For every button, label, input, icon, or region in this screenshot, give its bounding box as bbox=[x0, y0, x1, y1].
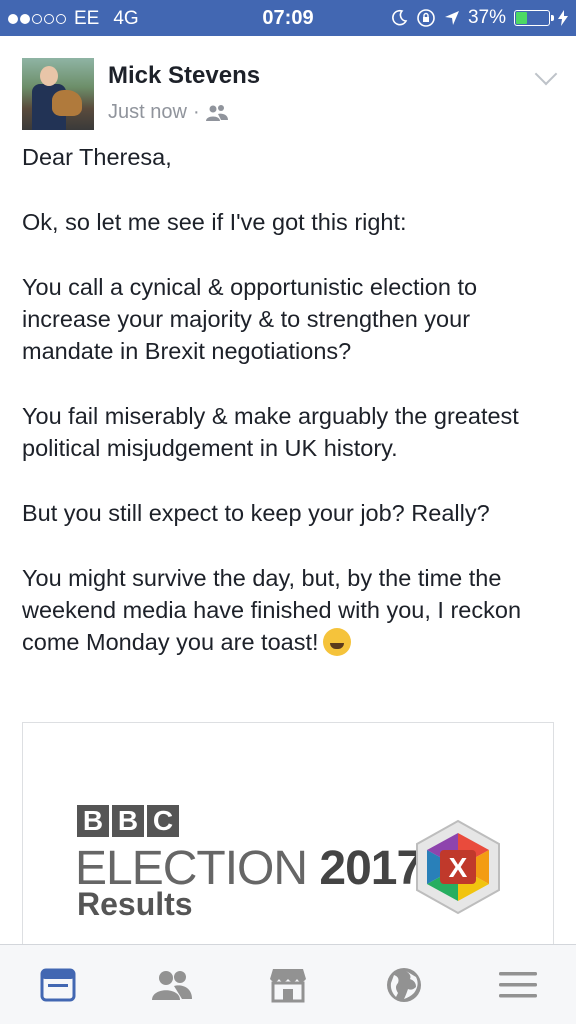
link-preview-card[interactable]: B B C ELECTION 2017 Results X bbox=[22, 722, 554, 944]
post-body: Dear Theresa, Ok, so let me see if I've … bbox=[22, 141, 562, 691]
rofl-emoji-icon bbox=[322, 628, 351, 656]
author-name[interactable]: Mick Stevens bbox=[108, 62, 260, 90]
bottom-tab-bar bbox=[0, 944, 576, 1024]
post-timestamp[interactable]: Just now bbox=[108, 101, 187, 124]
friends-icon[interactable] bbox=[205, 104, 228, 122]
avatar[interactable] bbox=[22, 58, 94, 130]
bbc-logo: B B C bbox=[77, 805, 179, 837]
post-meta: Just now · bbox=[108, 101, 228, 124]
tab-notifications-globe[interactable] bbox=[384, 965, 424, 1005]
friends-icon bbox=[152, 971, 192, 1000]
battery-level bbox=[516, 12, 527, 24]
tab-news-feed[interactable] bbox=[38, 965, 78, 1005]
tab-menu[interactable] bbox=[498, 965, 538, 1005]
tab-friends[interactable] bbox=[152, 965, 192, 1005]
marketplace-icon bbox=[270, 969, 306, 1003]
post-paragraph: You fail miserably & make arguably the g… bbox=[22, 403, 519, 461]
headline-year: 2017 bbox=[319, 842, 423, 895]
election-x-logo-icon: X bbox=[416, 819, 500, 915]
post-paragraph: You call a cynical & opportunistic elect… bbox=[22, 274, 478, 364]
charging-bolt-icon bbox=[558, 10, 568, 26]
meta-separator: · bbox=[192, 101, 200, 123]
moon-icon bbox=[392, 9, 408, 26]
post-paragraph: Dear Theresa, bbox=[22, 144, 172, 170]
rotation-lock-icon bbox=[417, 9, 435, 27]
post-last-paragraph: You might survive the day, but, by the t… bbox=[22, 562, 562, 658]
feed-post: Mick Stevens Just now · Dear Theresa, Ok… bbox=[0, 36, 576, 944]
tab-marketplace[interactable] bbox=[268, 965, 308, 1005]
globe-icon bbox=[387, 968, 421, 1002]
battery-percent: 37% bbox=[467, 7, 506, 28]
card-subtitle: Results bbox=[77, 886, 193, 922]
location-arrow-icon bbox=[444, 11, 459, 25]
post-options-chevron-icon[interactable] bbox=[534, 62, 558, 86]
status-bar: EE 4G 07:09 37% bbox=[0, 0, 576, 36]
menu-icon bbox=[499, 972, 537, 998]
status-right: 37% bbox=[390, 7, 568, 29]
bbc-letter: B bbox=[112, 805, 144, 837]
bbc-letter: C bbox=[147, 805, 179, 837]
battery-icon bbox=[514, 10, 554, 26]
logo-letter: X bbox=[449, 852, 468, 883]
post-paragraph: But you still expect to keep your job? R… bbox=[22, 500, 490, 526]
news-feed-icon bbox=[40, 968, 76, 1002]
post-paragraph-text: You might survive the day, but, by the t… bbox=[22, 565, 522, 655]
bbc-letter: B bbox=[77, 805, 109, 837]
post-paragraph: Ok, so let me see if I've got this right… bbox=[22, 209, 407, 235]
